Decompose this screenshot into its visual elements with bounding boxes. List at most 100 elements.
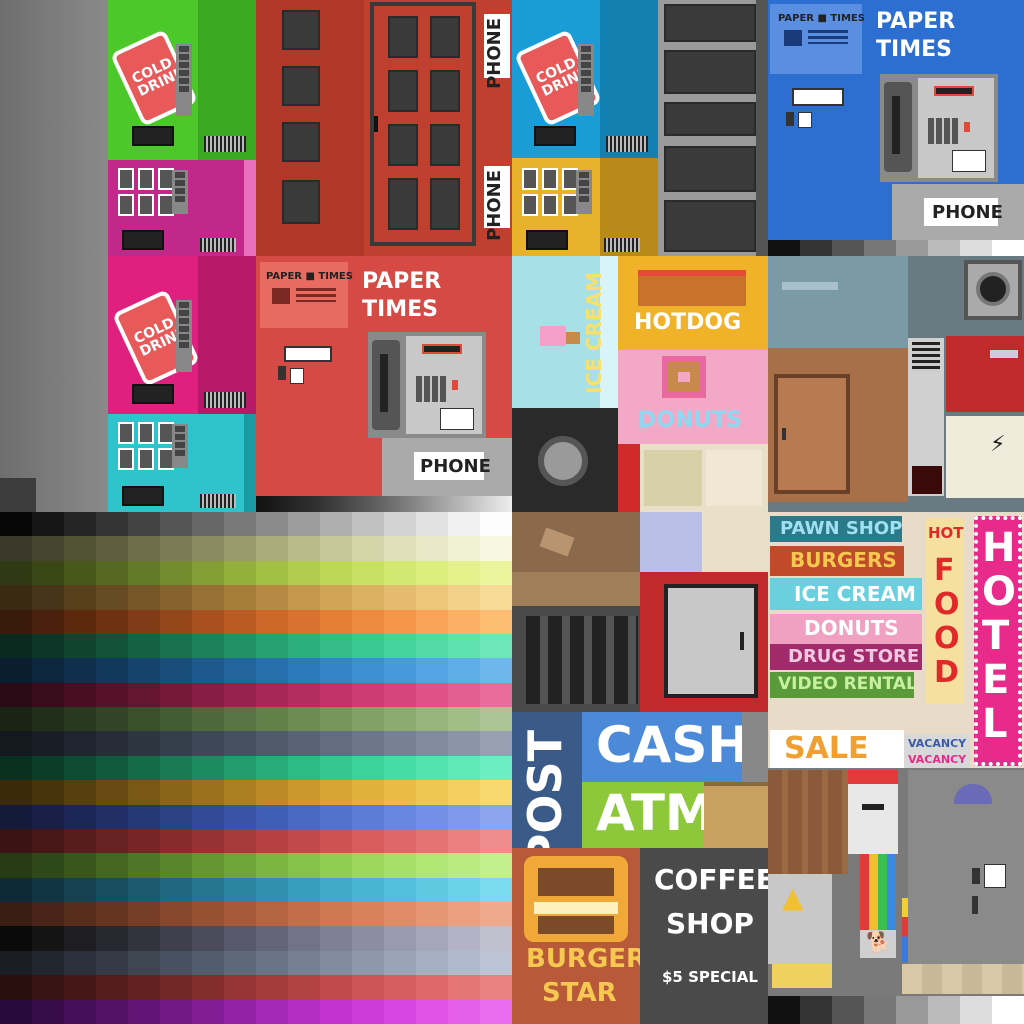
food-label: FOOD (934, 553, 960, 690)
cash-sign: CASH (582, 712, 742, 782)
palette-swatch (288, 658, 320, 683)
palette-swatch (448, 560, 480, 586)
palette-swatch (64, 950, 96, 976)
palette-swatch (480, 975, 512, 1000)
palette-swatch (96, 804, 128, 829)
gray-block (742, 712, 768, 782)
coin-slot-icon (284, 346, 332, 362)
palette-swatch (128, 999, 160, 1024)
vending-buttons-icon (578, 44, 594, 116)
palette-swatch (480, 658, 512, 683)
palette-swatch (64, 560, 96, 586)
palette-swatch (416, 902, 448, 927)
palette-swatch (160, 731, 192, 756)
palette-swatch (288, 804, 320, 829)
palette-swatch (480, 731, 512, 756)
palette-swatch (192, 804, 224, 829)
palette-swatch (96, 658, 128, 683)
window-pane (282, 122, 320, 162)
palette-swatch (64, 755, 96, 781)
palette-swatch (0, 682, 32, 708)
donuts-sign: DONUTS (618, 350, 768, 444)
palette-swatch (0, 975, 32, 1000)
lightning-icon: ⚡ (990, 432, 1006, 457)
palette-swatch (480, 585, 512, 610)
palette-swatch (192, 902, 224, 927)
cold-drink-machine-blue: COLD DRINK (512, 0, 658, 158)
palette-swatch (192, 707, 224, 732)
snack-machine-yellow (512, 158, 658, 256)
palette-swatch (448, 682, 480, 708)
palette-swatch (32, 950, 64, 976)
palette-swatch (0, 828, 32, 854)
palette-swatch (128, 902, 160, 927)
palette-swatch (64, 999, 96, 1024)
palette-swatch (352, 609, 384, 634)
palette-swatch (384, 682, 416, 708)
drug-store-label: DRUG STORE (788, 646, 920, 667)
palette-swatch (224, 926, 256, 951)
palette-swatch (96, 950, 128, 976)
palette-swatch (352, 902, 384, 927)
palette-swatch (32, 609, 64, 634)
palette-swatch (352, 853, 384, 878)
palette-swatch (128, 560, 160, 586)
handset-icon (372, 340, 400, 430)
door-handle (374, 116, 378, 132)
palette-swatch (416, 707, 448, 732)
palette-swatch (96, 975, 128, 1000)
palette-swatch (352, 536, 384, 561)
palette-swatch (480, 560, 512, 586)
palette-swatch (128, 731, 160, 756)
vending-buttons-icon (576, 170, 592, 214)
palette-swatch (96, 560, 128, 586)
grille-icon (204, 136, 246, 152)
palette-swatch (32, 804, 64, 829)
palette-swatch (128, 877, 160, 903)
palette-swatch (96, 780, 128, 805)
palette-swatch (224, 585, 256, 610)
palette-swatch (416, 512, 448, 537)
palette-swatch (64, 804, 96, 829)
palette-swatch (416, 585, 448, 610)
palette-swatch (352, 877, 384, 903)
palette-swatch (256, 560, 288, 586)
palette-swatch (416, 780, 448, 805)
palette-swatch (224, 512, 256, 537)
note-icon (798, 112, 812, 128)
palette-swatch (0, 902, 32, 927)
yellow-tiles (772, 964, 832, 988)
palette-swatch (320, 633, 352, 659)
palette-swatch (320, 585, 352, 610)
palette-swatch (384, 633, 416, 659)
dark-block (912, 466, 942, 494)
palette-swatch (128, 780, 160, 805)
palette-swatch (256, 975, 288, 1000)
left-gray-strip (0, 0, 108, 512)
palette-swatch (192, 926, 224, 951)
palette-swatch (448, 950, 480, 976)
palette-swatch (320, 853, 352, 878)
door-icon (370, 2, 476, 246)
cream-panel: ⚡ (946, 416, 1024, 498)
palette-swatch (224, 780, 256, 805)
palette-swatch (448, 902, 480, 927)
post-label: POST (518, 730, 572, 850)
palette-swatch (416, 853, 448, 878)
palette-swatch (320, 902, 352, 927)
palette-swatch (192, 853, 224, 878)
palette-swatch (480, 536, 512, 561)
palette-swatch (128, 853, 160, 878)
speaker-icon (964, 260, 1022, 320)
palette-swatch (480, 828, 512, 854)
palette-swatch (352, 658, 384, 683)
wall-top (768, 256, 908, 348)
palette-swatch (352, 999, 384, 1024)
palette-swatch (352, 804, 384, 829)
palette-swatch (480, 999, 512, 1024)
palette-swatch (96, 585, 128, 610)
pawn-shop-label: PAWN SHOP (780, 518, 903, 539)
palette-swatch (480, 633, 512, 659)
palette-swatch (256, 512, 288, 537)
palette-swatch (64, 926, 96, 951)
